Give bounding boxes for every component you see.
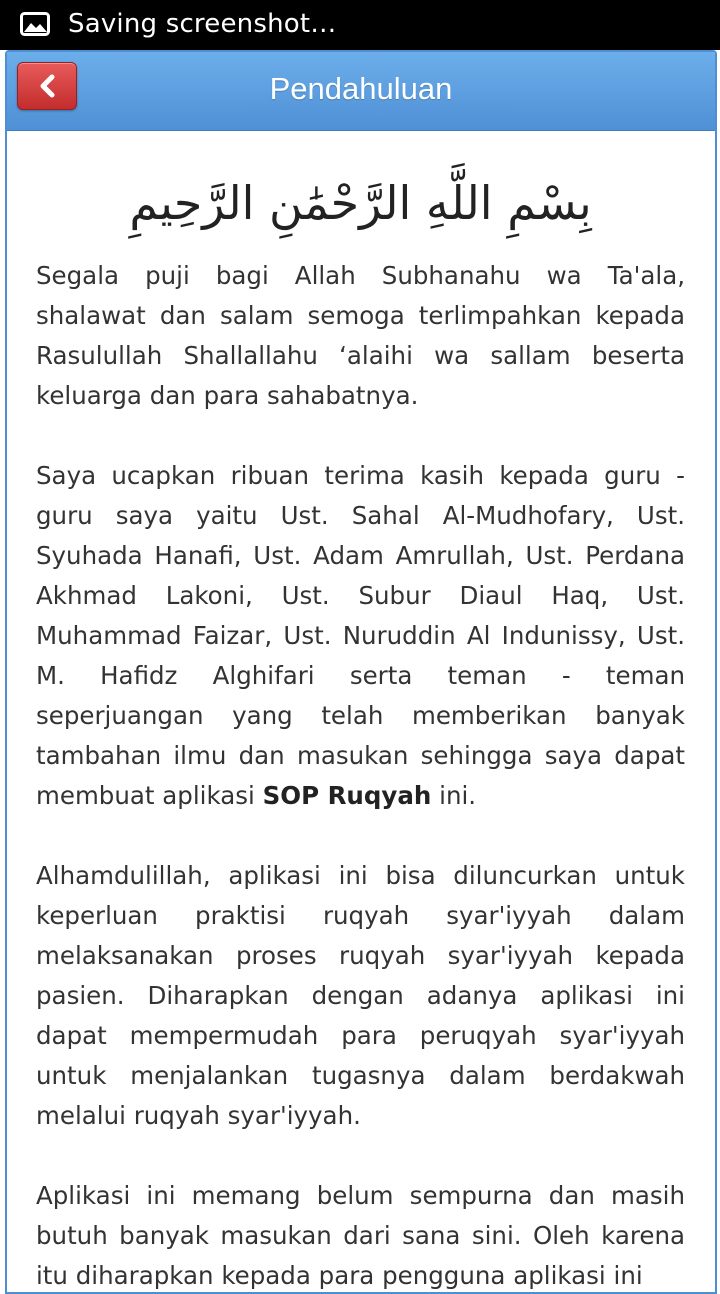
paragraph-2: Saya ucapkan ribuan terima kasih kepada … [36,456,685,816]
header-bar: Pendahuluan [7,52,715,131]
back-button[interactable] [17,62,77,110]
status-bar: Saving screenshot… [0,0,720,50]
content-area: بِسْمِ اللَّهِ الرَّحْمَٰنِ الرَّحِيمِ S… [36,148,685,1292]
paragraph-2-end: ini. [431,781,477,810]
page-title: Pendahuluan [269,71,453,106]
paragraph-1: Segala puji bagi Allah Subhanahu wa Ta'a… [36,261,685,410]
paragraph-3: Alhamdulillah, aplikasi ini bisa diluncu… [36,861,685,1130]
image-icon [20,12,50,36]
status-text: Saving screenshot… [68,9,337,39]
app-name-bold: SOP Ruqyah [262,781,432,810]
app-frame: Pendahuluan بِسْمِ اللَّهِ الرَّحْمَٰنِ … [5,50,717,1294]
paragraph-2-text: Saya ucapkan ribuan terima kasih kepada … [36,461,685,810]
bismillah-heading: بِسْمِ اللَّهِ الرَّحْمَٰنِ الرَّحِيمِ [129,176,592,230]
paragraph-4: Aplikasi ini memang belum sempurna dan m… [36,1181,685,1290]
chevron-left-icon [40,74,55,98]
